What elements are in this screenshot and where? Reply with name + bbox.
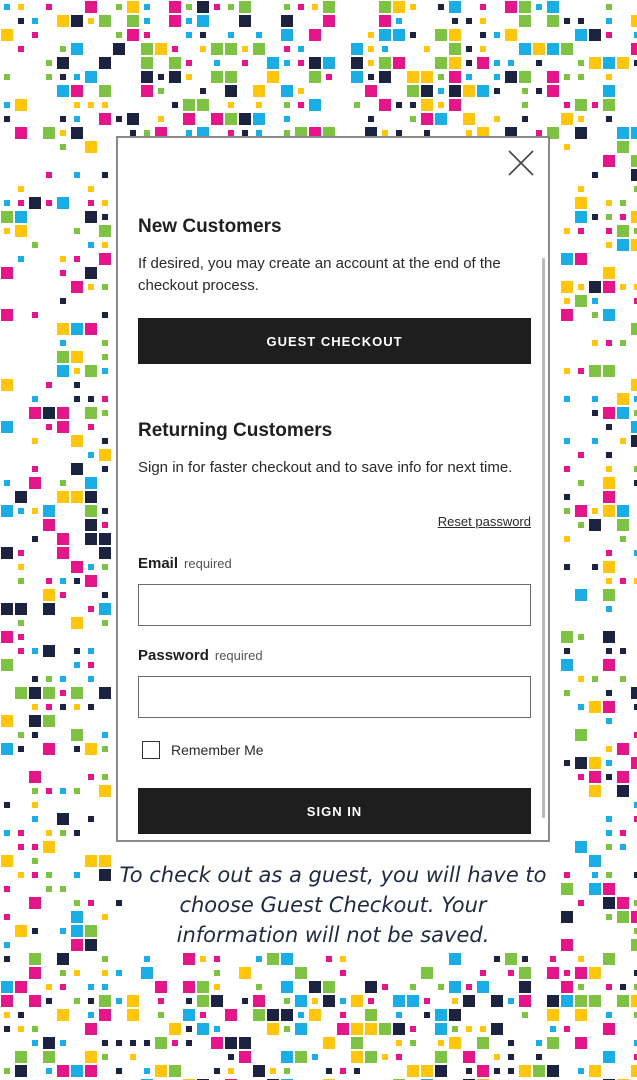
remember-me-label: Remember Me [171,742,264,758]
remember-me-row: Remember Me [142,741,264,759]
password-required-text: required [214,648,263,663]
sign-in-button[interactable]: SIGN IN [138,788,531,834]
reset-password-link[interactable]: Reset password [438,514,531,529]
modal-scrollbar[interactable] [542,258,545,818]
email-required-text: required [184,556,232,571]
new-customers-description: If desired, you may create an account at… [138,255,501,294]
email-label: Email required [138,555,232,572]
remember-me-checkbox[interactable] [142,741,160,759]
new-customers-heading: New Customers [138,216,282,237]
returning-customers-heading: Returning Customers [138,420,333,441]
password-field[interactable] [138,676,531,718]
password-label: Password required [138,647,263,664]
close-button[interactable] [506,148,536,178]
close-icon [508,150,534,176]
checkout-modal: New Customers If desired, you may create… [116,136,550,842]
guest-checkout-caption: To check out as a guest, you will have t… [119,863,547,947]
returning-customers-description: Sign in for faster checkout and to save … [138,459,513,476]
password-label-text: Password [138,647,209,664]
email-field[interactable] [138,584,531,626]
guest-checkout-button[interactable]: GUEST CHECKOUT [138,318,531,364]
email-label-text: Email [138,555,179,572]
